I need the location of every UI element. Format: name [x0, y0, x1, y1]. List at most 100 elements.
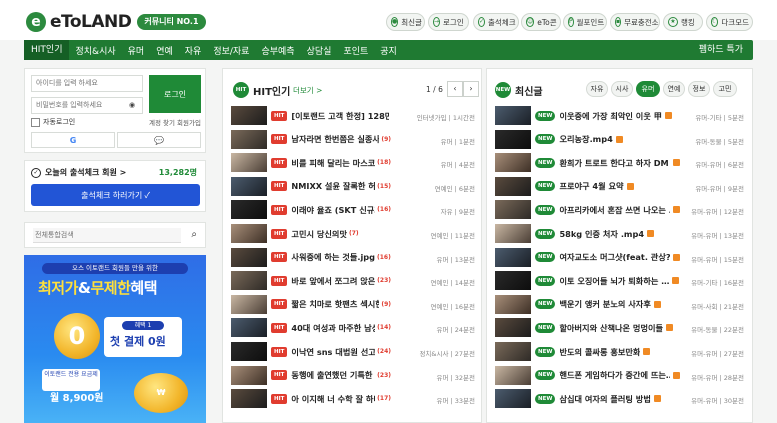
prev-page-button[interactable]: ‹ — [447, 81, 463, 97]
search-icon[interactable]: ⌕ — [191, 229, 197, 240]
post-title[interactable]: 삼십대 여자의 플러팅 방법 — [559, 393, 650, 405]
post-thumbnail[interactable] — [231, 247, 267, 267]
tab-current-affairs[interactable]: 시사 — [611, 81, 633, 97]
post-title[interactable]: 핸드폰 게임하다가 중간에 뜨는… — [559, 369, 670, 381]
latest-list-item[interactable]: NEW 여자교도소 머그샷(feat. 관상?) — [495, 247, 680, 267]
nav-special-link[interactable]: 펨하드 특가 — [699, 40, 743, 60]
quick-emoticon-button[interactable]: ☺ eTo콘 — [521, 13, 561, 31]
nav-item-point[interactable]: 포인트 — [337, 44, 374, 57]
search-input[interactable] — [33, 228, 181, 243]
hit-list-item[interactable]: HIT이래야 율죠 (SKT 신규가입중단)(16) — [231, 200, 391, 220]
tab-info[interactable]: 정보 — [688, 81, 710, 97]
post-thumbnail[interactable] — [495, 294, 531, 314]
post-thumbnail[interactable] — [495, 342, 531, 361]
quick-attendance-button[interactable]: ✓ 출석체크 — [473, 13, 519, 31]
password-input[interactable] — [31, 97, 143, 114]
hit-list-item[interactable]: HIT40대 여성과 마주한 남성들(14) — [231, 318, 391, 338]
post-title[interactable]: [이토랜드 고객 한정] 128만원 … — [291, 110, 389, 122]
post-thumbnail[interactable] — [231, 224, 267, 243]
latest-list-item[interactable]: NEW 아프리카에서 혼잡 쓰면 나오는 … — [495, 200, 680, 220]
tab-entertainment[interactable]: 연예 — [663, 81, 685, 97]
latest-list-item[interactable]: NEW 환희가 트로트 한다고 하자 DM … — [495, 153, 680, 173]
post-thumbnail[interactable] — [495, 153, 531, 173]
post-title[interactable]: 바로 앞에서 쪼그려 앉은 ITZY … — [291, 275, 375, 287]
post-thumbnail[interactable] — [231, 389, 267, 409]
post-thumbnail[interactable] — [495, 106, 531, 125]
post-thumbnail[interactable] — [231, 294, 267, 314]
post-title[interactable]: 고민시 당신의맛 — [291, 228, 347, 240]
post-thumbnail[interactable] — [495, 129, 531, 149]
chat-login-button[interactable]: 💬 — [117, 132, 201, 148]
nav-item-hit[interactable]: HIT인기 — [24, 40, 70, 60]
post-title[interactable]: 58kg 인증 처자 .mp4 — [559, 228, 644, 240]
attendance-title[interactable]: ✓ 오늘의 출석체크 회원 > — [31, 167, 126, 178]
eye-slash-icon[interactable]: ◉ — [129, 101, 135, 109]
post-thumbnail[interactable] — [231, 176, 267, 196]
post-title[interactable]: 할아버지와 산책나온 멍멍이들 — [559, 322, 663, 334]
post-title[interactable]: 사워중에 하는 것들.jpg — [291, 251, 375, 263]
promo-banner[interactable]: 오스 이토랜드 회원들 만을 위한 최저가&무제한혜택 0 혜택 1 첫 결제 … — [24, 255, 206, 423]
post-title[interactable]: 40대 여성과 마주한 남성들 — [291, 322, 375, 334]
tab-worry[interactable]: 고민 — [713, 81, 737, 97]
post-title[interactable]: 동행에 출연했던 기특한 17살 누나… — [291, 369, 375, 381]
post-thumbnail[interactable] — [495, 176, 531, 196]
hit-list-item[interactable]: HITNMIXX 설윤 잘록한 허리 여신 강…(15) — [231, 176, 391, 196]
post-title[interactable]: 반도의 콜싸롱 홍보만화 — [559, 346, 640, 358]
nav-item-notice[interactable]: 공지 — [374, 44, 403, 57]
tab-free[interactable]: 자유 — [586, 81, 608, 97]
tab-humor[interactable]: 유머 — [636, 81, 660, 97]
post-thumbnail[interactable] — [495, 247, 531, 267]
hit-list-item[interactable]: HIT 남자라면 한번쯤은 실종사건 (9) — [231, 129, 391, 149]
post-title[interactable]: 이토 오징어들 뇌가 퇴화하는 … — [559, 275, 669, 287]
quick-point-button[interactable]: P 월포인트 — [563, 13, 607, 31]
quick-darkmode-button[interactable]: ☾ 다크모드 — [706, 13, 753, 31]
post-title[interactable]: 짧은 치마로 핫팬츠 섹시한 허벅… — [291, 298, 379, 310]
quick-ranking-button[interactable]: ★ 랭킹 — [663, 13, 703, 31]
latest-list-item[interactable]: NEW 반도의 콜싸롱 홍보만화 — [495, 342, 680, 361]
post-title[interactable]: 남자라면 한번쯤은 실종사건 — [291, 133, 379, 145]
next-page-button[interactable]: › — [463, 81, 479, 97]
quick-login-button[interactable]: → 로그인 — [428, 13, 469, 31]
latest-list-item[interactable]: NEW 58kg 인증 처자 .mp4 — [495, 224, 680, 243]
post-thumbnail[interactable] — [495, 271, 531, 291]
post-title[interactable]: 아 이지해 너 수학 잘 하냐 — [291, 393, 375, 405]
attendance-button[interactable]: 출석체크 하러가기 ✓ — [31, 184, 200, 206]
id-input[interactable] — [31, 75, 143, 92]
post-thumbnail[interactable] — [495, 224, 531, 243]
google-login-button[interactable]: G — [31, 132, 115, 148]
post-title[interactable]: 아프리카에서 혼잡 쓰면 나오는 … — [559, 204, 670, 216]
auto-login-checkbox[interactable]: 자동로그인 — [31, 117, 75, 127]
post-title[interactable]: NMIXX 설윤 잘록한 허리 여신 강… — [291, 180, 375, 192]
latest-list-item[interactable]: NEW 이토 오징어들 뇌가 퇴화하는 … — [495, 271, 680, 291]
find-account-links[interactable]: 계정 찾기 회원가입 — [149, 117, 201, 127]
quick-latest-button[interactable]: ● 최신글 — [386, 13, 425, 31]
quick-free-charge-button[interactable]: ▪ 무료충전소 — [610, 13, 660, 31]
latest-list-item[interactable]: NEW 이웃중에 가장 최악인 이웃 甲 — [495, 106, 680, 125]
post-thumbnail[interactable] — [231, 365, 267, 385]
post-thumbnail[interactable] — [231, 200, 267, 220]
post-title[interactable]: 프로야구 4월 요약 — [559, 180, 623, 192]
hit-list-item[interactable]: HIT바로 앞에서 쪼그려 앉은 ITZY …(23) — [231, 271, 391, 291]
latest-list-item[interactable]: NEW 핸드폰 게임하다가 중간에 뜨는… — [495, 365, 680, 385]
post-thumbnail[interactable] — [495, 389, 531, 409]
site-logo[interactable]: e eToLAND 커뮤니티 NO.1 — [26, 11, 206, 33]
post-thumbnail[interactable] — [231, 153, 267, 173]
post-title[interactable]: 이웃중에 가장 최악인 이웃 甲 — [559, 110, 661, 122]
post-thumbnail[interactable] — [231, 129, 267, 149]
post-thumbnail[interactable] — [231, 342, 267, 361]
post-thumbnail[interactable] — [495, 365, 531, 385]
post-title[interactable]: 이낙연 sns 대법원 선고 — [291, 346, 375, 358]
hit-list-item[interactable]: HIT비를 피해 달리는 마스코트들(18) — [231, 153, 391, 173]
hit-list-item[interactable]: HIT 사워중에 하는 것들.jpg (16) — [231, 247, 391, 267]
latest-list-item[interactable]: NEW 백운기 앵커 분노의 사자후 — [495, 294, 680, 314]
nav-item-politics[interactable]: 정치&시사 — [69, 44, 121, 57]
post-thumbnail[interactable] — [231, 318, 267, 338]
hit-list-item[interactable]: HIT짧은 치마로 핫팬츠 섹시한 허벅…(9) — [231, 294, 391, 314]
hit-list-item[interactable]: HIT 아 이지해 너 수학 잘 하냐 (17) — [231, 389, 391, 409]
latest-list-item[interactable]: NEW 삼십대 여자의 플러팅 방법 — [495, 389, 680, 409]
latest-list-item[interactable]: NEW 오리농장.mp4 — [495, 129, 680, 149]
latest-list-item[interactable]: NEW 할아버지와 산책나온 멍멍이들 — [495, 318, 680, 338]
nav-item-humor[interactable]: 유머 — [122, 44, 151, 57]
hit-list-item[interactable]: HIT 이낙연 sns 대법원 선고 (24) — [231, 342, 391, 361]
post-title[interactable]: 비를 피해 달리는 마스코트들 — [291, 157, 375, 169]
